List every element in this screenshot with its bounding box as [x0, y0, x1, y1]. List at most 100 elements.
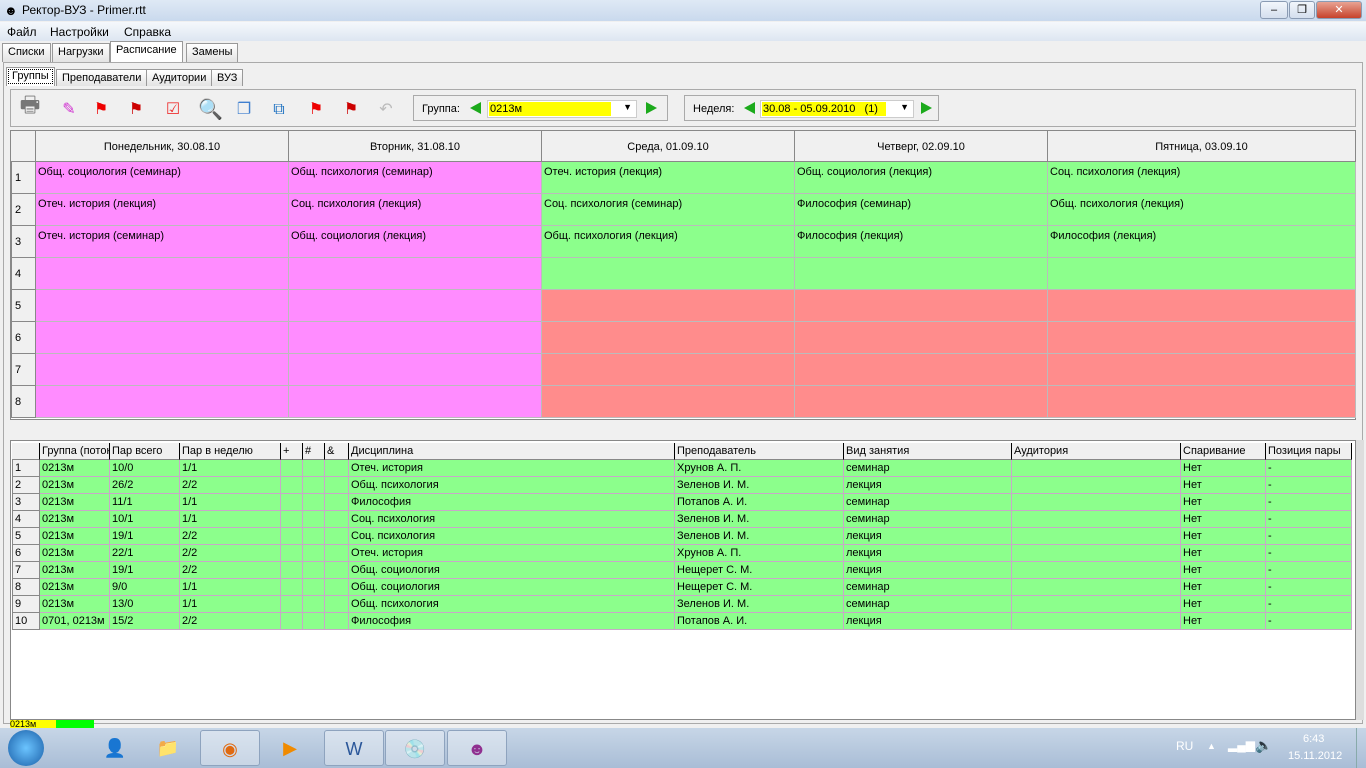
table-cell[interactable]: 0213м: [40, 494, 110, 511]
table-cell[interactable]: [281, 562, 303, 579]
schedule-cell[interactable]: [36, 386, 289, 418]
table-cell[interactable]: семинар: [844, 494, 1012, 511]
taskbar-user-icon[interactable]: 👤: [85, 730, 145, 766]
table-cell[interactable]: [1012, 545, 1181, 562]
table-cell[interactable]: [303, 477, 325, 494]
schedule-cell[interactable]: [36, 290, 289, 322]
table-cell[interactable]: [1012, 528, 1181, 545]
table-cell[interactable]: -: [1266, 528, 1352, 545]
table-cell[interactable]: [325, 477, 349, 494]
schedule-cell[interactable]: [289, 258, 542, 290]
table-cell[interactable]: 0213м: [40, 545, 110, 562]
table-cell[interactable]: -: [1266, 613, 1352, 630]
schedule-cell[interactable]: [1048, 386, 1356, 418]
table-cell[interactable]: Нет: [1181, 511, 1266, 528]
column-header[interactable]: Пар всего: [110, 443, 180, 460]
table-cell[interactable]: [1012, 460, 1181, 477]
column-header[interactable]: #: [303, 443, 325, 460]
table-cell[interactable]: [325, 494, 349, 511]
flags-remove-icon[interactable]: ⚑: [341, 100, 361, 120]
table-cell[interactable]: Нещерет С. М.: [675, 579, 844, 596]
flag-icon[interactable]: ⚑: [91, 100, 111, 120]
table-cell[interactable]: 0213м: [40, 562, 110, 579]
table-cell[interactable]: 0213м: [40, 596, 110, 613]
table-cell[interactable]: 2/2: [180, 613, 281, 630]
table-cell[interactable]: 15/2: [110, 613, 180, 630]
table-cell[interactable]: Общ. психология: [349, 596, 675, 613]
schedule-cell[interactable]: [289, 322, 542, 354]
table-cell[interactable]: семинар: [844, 511, 1012, 528]
tab-replacements[interactable]: Замены: [186, 43, 239, 62]
table-scrollbar[interactable]: [1356, 440, 1364, 720]
table-cell[interactable]: Нет: [1181, 562, 1266, 579]
table-cell[interactable]: [325, 579, 349, 596]
table-cell[interactable]: 0701, 0213м: [40, 613, 110, 630]
table-cell[interactable]: Зеленов И. М.: [675, 477, 844, 494]
flags-icon[interactable]: ⚑: [306, 100, 326, 120]
schedule-cell[interactable]: [795, 322, 1048, 354]
table-cell[interactable]: [281, 494, 303, 511]
table-cell[interactable]: -: [1266, 562, 1352, 579]
table-cell[interactable]: [281, 477, 303, 494]
export-window-icon[interactable]: ⧉: [269, 100, 289, 120]
table-cell[interactable]: Хрунов А. П.: [675, 460, 844, 477]
table-cell[interactable]: Нет: [1181, 494, 1266, 511]
schedule-cell[interactable]: Общ. психология (лекция): [542, 226, 795, 258]
table-cell[interactable]: семинар: [844, 596, 1012, 613]
schedule-cell[interactable]: Общ. социология (лекция): [795, 162, 1048, 194]
tab-schedule[interactable]: Расписание: [110, 41, 183, 62]
schedule-cell[interactable]: [542, 258, 795, 290]
table-cell[interactable]: Нет: [1181, 613, 1266, 630]
table-cell[interactable]: -: [1266, 460, 1352, 477]
schedule-cell[interactable]: Общ. психология (лекция): [1048, 194, 1356, 226]
table-cell[interactable]: [325, 562, 349, 579]
table-cell[interactable]: 1/1: [180, 511, 281, 528]
table-cell[interactable]: [325, 613, 349, 630]
clock-date[interactable]: 15.11.2012: [1288, 750, 1342, 762]
column-header[interactable]: Позиция пары: [1266, 443, 1352, 460]
table-cell[interactable]: 22/1: [110, 545, 180, 562]
table-cell[interactable]: [281, 545, 303, 562]
table-cell[interactable]: [325, 511, 349, 528]
table-cell[interactable]: лекция: [844, 545, 1012, 562]
table-cell[interactable]: Нет: [1181, 596, 1266, 613]
schedule-cell[interactable]: Отеч. история (лекция): [36, 194, 289, 226]
table-cell[interactable]: [303, 528, 325, 545]
table-cell[interactable]: Общ. социология: [349, 579, 675, 596]
clock-time[interactable]: 6:43: [1303, 733, 1324, 745]
table-cell[interactable]: Зеленов И. М.: [675, 511, 844, 528]
schedule-cell[interactable]: [1048, 258, 1356, 290]
table-cell[interactable]: Нет: [1181, 460, 1266, 477]
schedule-cell[interactable]: [542, 290, 795, 322]
schedule-cell[interactable]: Общ. социология (семинар): [36, 162, 289, 194]
table-cell[interactable]: Хрунов А. П.: [675, 545, 844, 562]
schedule-cell[interactable]: [289, 290, 542, 322]
taskbar-word-icon[interactable]: W: [324, 730, 384, 766]
table-cell[interactable]: Соц. психология: [349, 528, 675, 545]
table-cell[interactable]: -: [1266, 579, 1352, 596]
table-cell[interactable]: [281, 511, 303, 528]
prev-group-icon[interactable]: [470, 102, 481, 114]
schedule-cell[interactable]: [542, 386, 795, 418]
table-cell[interactable]: 0213м: [40, 579, 110, 596]
schedule-cell[interactable]: [795, 258, 1048, 290]
table-cell[interactable]: [325, 528, 349, 545]
column-header[interactable]: Преподаватель: [675, 443, 844, 460]
table-cell[interactable]: Отеч. история: [349, 460, 675, 477]
table-cell[interactable]: Общ. социология: [349, 562, 675, 579]
table-cell[interactable]: [325, 545, 349, 562]
table-cell[interactable]: 0213м: [40, 477, 110, 494]
subtab-rooms[interactable]: Аудитории: [146, 69, 213, 86]
table-cell[interactable]: Философия: [349, 613, 675, 630]
table-cell[interactable]: [303, 494, 325, 511]
table-cell[interactable]: Зеленов И. М.: [675, 528, 844, 545]
table-cell[interactable]: [281, 528, 303, 545]
table-cell[interactable]: 2/2: [180, 528, 281, 545]
menu-settings[interactable]: Настройки: [50, 25, 109, 39]
table-cell[interactable]: Потапов А. И.: [675, 494, 844, 511]
subtab-groups[interactable]: Группы: [6, 67, 55, 86]
schedule-cell[interactable]: [795, 386, 1048, 418]
close-button[interactable]: ✕: [1316, 1, 1362, 19]
table-cell[interactable]: [1012, 579, 1181, 596]
group-combo[interactable]: 0213м ▼: [487, 100, 637, 118]
